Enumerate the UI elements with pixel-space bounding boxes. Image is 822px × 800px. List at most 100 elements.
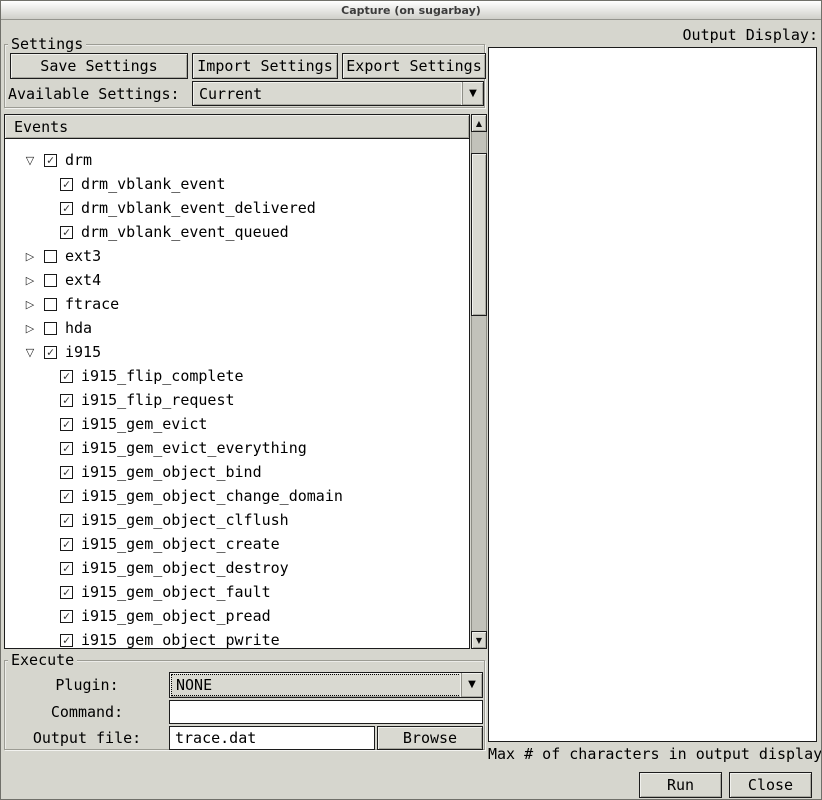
- export-settings-button[interactable]: Export Settings: [342, 53, 486, 79]
- checkbox-unchecked[interactable]: [44, 274, 57, 287]
- checkbox-checked[interactable]: ✓: [60, 226, 73, 239]
- tree-row-i915_gem_object_pread[interactable]: ✓ i915_gem_object_pread: [5, 604, 469, 628]
- settings-frame-label: Settings: [8, 35, 86, 53]
- events-column-header[interactable]: Events: [5, 115, 469, 139]
- settings-frame: Settings Save Settings Import Settings E…: [4, 44, 485, 108]
- tree-row-i915_gem_object_bind[interactable]: ✓i915_gem_object_bind: [5, 460, 469, 484]
- tree-row-ext3[interactable]: ▷ ext3: [5, 244, 469, 268]
- checkbox-checked[interactable]: ✓: [44, 346, 57, 359]
- checkbox-checked[interactable]: ✓: [60, 442, 73, 455]
- scrollbar-trough[interactable]: [471, 132, 487, 631]
- checkbox-checked[interactable]: ✓: [60, 418, 73, 431]
- close-button[interactable]: Close: [729, 772, 812, 798]
- tree-row-i915_flip_request[interactable]: ✓ i915_flip_request: [5, 388, 469, 412]
- tree-row-i915_gem_evict[interactable]: ✓ i915_gem_evict: [5, 412, 469, 436]
- expander-expanded-icon[interactable]: ▽: [23, 154, 37, 167]
- titlebar[interactable]: Capture (on sugarbay): [1, 1, 821, 20]
- tree-row-i915_gem_object_pwrite[interactable]: ✓i915_gem_object_pwrite: [5, 628, 469, 648]
- right-panel: Output Display: Max # of characters in o…: [488, 20, 821, 800]
- expander-collapsed-icon[interactable]: ▷: [23, 298, 37, 311]
- checkbox-checked[interactable]: ✓: [60, 178, 73, 191]
- output-display[interactable]: [488, 47, 817, 742]
- tree-item-label: i915_flip_request: [81, 391, 235, 409]
- capture-window: Capture (on sugarbay) Settings Save Sett…: [0, 0, 822, 800]
- command-input[interactable]: [169, 700, 483, 724]
- scroll-up-button[interactable]: ▲: [471, 114, 487, 132]
- combo-arrow-box[interactable]: ▼: [462, 82, 483, 105]
- tree-item-label: i915_gem_evict: [81, 415, 207, 433]
- import-settings-button[interactable]: Import Settings: [192, 53, 338, 79]
- available-settings-combo[interactable]: Current ▼: [192, 81, 484, 106]
- checkbox-checked[interactable]: ✓: [60, 490, 73, 503]
- execute-fields: Plugin: NONE ▼ Command: Output file: Bro…: [5, 661, 484, 750]
- checkbox-checked[interactable]: ✓: [60, 586, 73, 599]
- events-header-label: Events: [14, 118, 68, 136]
- checkbox-checked[interactable]: ✓: [60, 202, 73, 215]
- tree-row-i915_gem_object_fault[interactable]: ✓ i915_gem_object_fault: [5, 580, 469, 604]
- tree-row-i915_flip_complete[interactable]: ✓ i915_flip_complete: [5, 364, 469, 388]
- tree-item-label: ext3: [65, 247, 101, 265]
- plugin-label: Plugin:: [5, 676, 169, 694]
- tree-row-drm_vblank_event_queued[interactable]: ✓ drm_vblank_event_queued: [5, 220, 469, 244]
- plugin-combo[interactable]: NONE ▼: [169, 672, 483, 698]
- window-title: Capture (on sugarbay): [341, 4, 481, 17]
- events-panel: Events ▽✓drm✓drm_vblank_event✓drm_vblank…: [4, 114, 470, 649]
- tree-row-hda[interactable]: ▷hda: [5, 316, 469, 340]
- checkbox-unchecked[interactable]: [44, 322, 57, 335]
- execute-frame: Execute Plugin: NONE ▼ Command: Output f…: [4, 660, 485, 750]
- tree-item-label: i915_gem_object_clflush: [81, 511, 289, 529]
- expander-collapsed-icon[interactable]: ▷: [23, 322, 37, 335]
- left-panel: Settings Save Settings Import Settings E…: [1, 20, 488, 800]
- tree-row-ext4[interactable]: ▷ext4: [5, 268, 469, 292]
- checkbox-checked[interactable]: ✓: [60, 394, 73, 407]
- expander-collapsed-icon[interactable]: ▷: [23, 274, 37, 287]
- tree-row-drm_vblank_event[interactable]: ✓ drm_vblank_event: [5, 172, 469, 196]
- dropdown-arrow-icon: ▼: [469, 89, 477, 99]
- run-button[interactable]: Run: [639, 772, 722, 798]
- tree-row-i915_gem_object_clflush[interactable]: ✓ i915_gem_object_clflush: [5, 508, 469, 532]
- tree-row-ftrace[interactable]: ▷ftrace: [5, 292, 469, 316]
- tree-item-label: i915_gem_object_change_domain: [81, 487, 343, 505]
- checkbox-checked[interactable]: ✓: [60, 514, 73, 527]
- tree-row-i915_gem_evict_everything[interactable]: ✓i915_gem_evict_everything: [5, 436, 469, 460]
- tree-row-i915_gem_object_create[interactable]: ✓ i915_gem_object_create: [5, 532, 469, 556]
- output-file-label: Output file:: [5, 729, 169, 747]
- tree-row-i915[interactable]: ▽✓i915: [5, 340, 469, 364]
- output-file-input[interactable]: [169, 726, 375, 750]
- tree-item-label: drm_vblank_event_queued: [81, 223, 289, 241]
- scroll-down-button[interactable]: ▼: [471, 631, 487, 649]
- plugin-value: NONE: [171, 674, 461, 696]
- output-display-label: Output Display:: [488, 20, 821, 47]
- events-scrollbar[interactable]: ▲ ▼: [471, 114, 487, 649]
- tree-row-i915_gem_object_change_domain[interactable]: ✓ i915_gem_object_change_domain: [5, 484, 469, 508]
- checkbox-checked[interactable]: ✓: [60, 610, 73, 623]
- tree-item-label: i915_gem_object_pread: [81, 607, 271, 625]
- expander-expanded-icon[interactable]: ▽: [23, 346, 37, 359]
- tree-row-i915_gem_object_destroy[interactable]: ✓ i915_gem_object_destroy: [5, 556, 469, 580]
- tree-row-drm[interactable]: ▽✓drm: [5, 148, 469, 172]
- available-settings-label: Available Settings:: [8, 85, 180, 103]
- tree-row-drm_vblank_event_delivered[interactable]: ✓drm_vblank_event_delivered: [5, 196, 469, 220]
- tree-item-label: i915_flip_complete: [81, 367, 244, 385]
- checkbox-checked[interactable]: ✓: [44, 154, 57, 167]
- combo-arrow-box[interactable]: ▼: [461, 673, 482, 697]
- events-tree: ▽✓drm✓drm_vblank_event✓drm_vblank_event_…: [5, 139, 469, 648]
- checkbox-checked[interactable]: ✓: [60, 466, 73, 479]
- browse-button[interactable]: Browse: [377, 726, 483, 750]
- tree-item-label: i915_gem_object_destroy: [81, 559, 289, 577]
- tree-item-label: i915_gem_object_create: [81, 535, 280, 553]
- dropdown-arrow-icon: ▼: [468, 680, 476, 690]
- checkbox-unchecked[interactable]: [44, 298, 57, 311]
- tree-item-label: drm_vblank_event: [81, 175, 226, 193]
- checkbox-checked[interactable]: ✓: [60, 562, 73, 575]
- command-label: Command:: [5, 703, 169, 721]
- events-section: Events ▽✓drm✓drm_vblank_event✓drm_vblank…: [4, 114, 488, 649]
- save-settings-button[interactable]: Save Settings: [10, 53, 188, 79]
- checkbox-unchecked[interactable]: [44, 250, 57, 263]
- checkbox-checked[interactable]: ✓: [60, 634, 73, 647]
- scrollbar-thumb[interactable]: [471, 153, 487, 316]
- checkbox-checked[interactable]: ✓: [60, 370, 73, 383]
- checkbox-checked[interactable]: ✓: [60, 538, 73, 551]
- tree-item-label: i915_gem_object_fault: [81, 583, 271, 601]
- expander-collapsed-icon[interactable]: ▷: [23, 250, 37, 263]
